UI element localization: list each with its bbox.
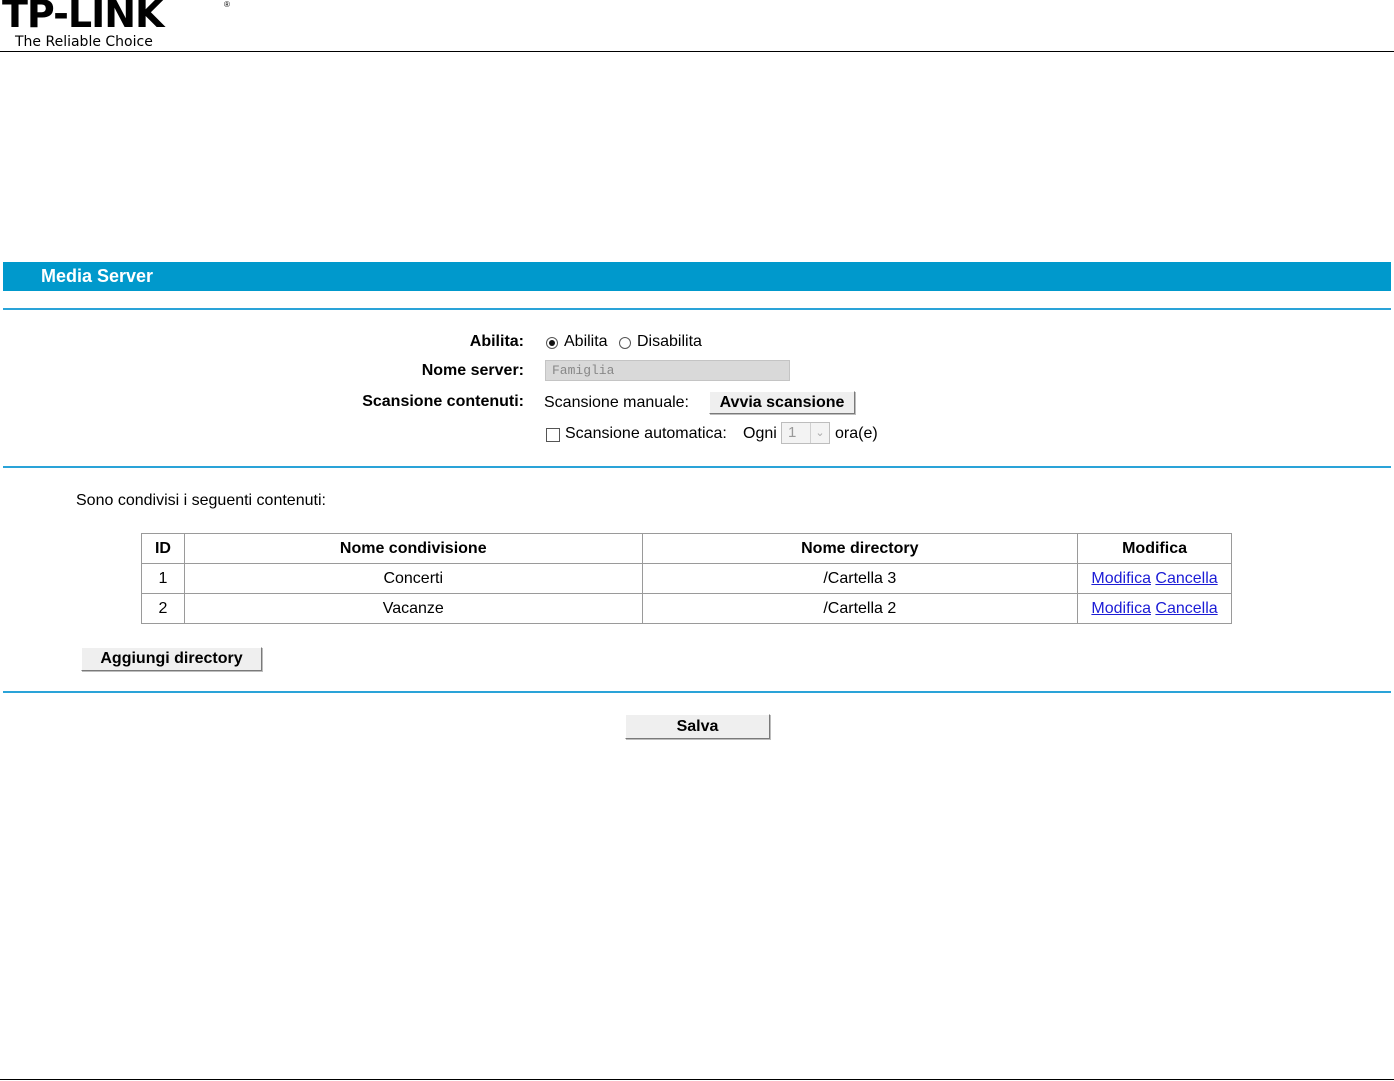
table-header-row: ID Nome condivisione Nome directory Modi…	[141, 533, 1232, 564]
logo-tagline: The Reliable Choice	[15, 34, 153, 50]
page-title: Media Server	[41, 266, 154, 286]
auto-scan-checkbox[interactable]	[546, 428, 560, 442]
footer-divider	[0, 1079, 1394, 1080]
section-title-bar: Media Server	[3, 262, 1391, 291]
shared-folders-table: ID Nome condivisione Nome directory Modi…	[141, 533, 1232, 624]
row-id: 1	[141, 563, 185, 594]
row-actions: Modifica Cancella	[1077, 563, 1232, 594]
header-divider	[0, 51, 1394, 52]
divider	[3, 691, 1391, 693]
start-scan-button[interactable]: Avvia scansione	[709, 391, 855, 414]
row-actions: Modifica Cancella	[1077, 593, 1232, 624]
column-header-id: ID	[141, 533, 185, 564]
edit-link[interactable]: Modifica	[1091, 600, 1151, 617]
column-header-share-name: Nome condivisione	[183, 533, 643, 564]
every-label: Ogni	[743, 425, 777, 442]
auto-scan-label: Scansione automatica:	[565, 425, 727, 442]
enable-label: Abilita:	[469, 333, 524, 350]
interval-unit-label: ora(e)	[835, 425, 878, 442]
enable-radio-on[interactable]	[546, 337, 558, 349]
scan-interval-value: 1	[788, 424, 797, 441]
delete-link[interactable]: Cancella	[1155, 570, 1217, 587]
table-row: 1 Concerti /Cartella 3 Modifica Cancella	[141, 563, 1232, 594]
add-directory-button[interactable]: Aggiungi directory	[81, 647, 262, 671]
edit-link[interactable]: Modifica	[1091, 570, 1151, 587]
registered-mark: ®	[224, 0, 230, 9]
divider	[3, 308, 1391, 310]
row-share-name: Concerti	[183, 563, 643, 594]
table-row: 2 Vacanze /Cartella 2 Modifica Cancella	[141, 593, 1232, 624]
divider	[3, 466, 1391, 468]
scan-interval-select[interactable]: 1 ⌄	[781, 422, 830, 444]
column-header-directory: Nome directory	[641, 533, 1079, 564]
enable-radio-off[interactable]	[619, 337, 631, 349]
tp-link-logo: TP-LINK ® The Reliable Choice	[2, 0, 242, 50]
row-share-name: Vacanze	[183, 593, 643, 624]
logo-wordmark: TP-LINK	[2, 0, 164, 36]
column-header-edit: Modifica	[1077, 533, 1232, 564]
enable-option-label: Abilita	[564, 333, 608, 350]
row-directory: /Cartella 2	[641, 593, 1079, 624]
chevron-down-icon: ⌄	[810, 423, 829, 443]
server-name-label: Nome server:	[421, 362, 524, 379]
server-name-input[interactable]: Famiglia	[545, 360, 790, 381]
row-directory: /Cartella 3	[641, 563, 1079, 594]
disable-option-label: Disabilita	[637, 333, 702, 350]
delete-link[interactable]: Cancella	[1155, 600, 1217, 617]
save-button[interactable]: Salva	[625, 714, 770, 739]
manual-scan-label: Scansione manuale:	[544, 394, 689, 411]
shared-content-intro: Sono condivisi i seguenti contenuti:	[76, 492, 326, 509]
scan-content-label: Scansione contenuti:	[362, 393, 524, 410]
row-id: 2	[141, 593, 185, 624]
